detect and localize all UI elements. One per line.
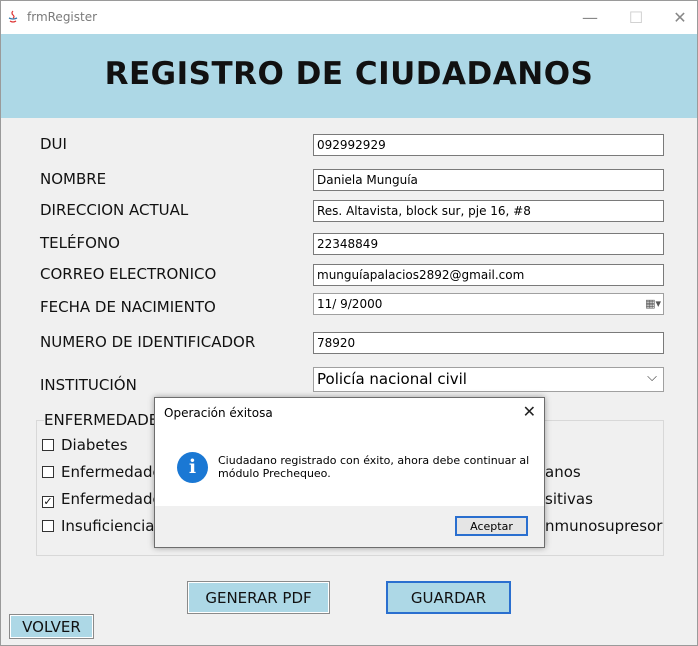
close-icon[interactable]: ✕	[523, 402, 536, 421]
chevron-down-icon: ⌵	[647, 370, 657, 385]
checkbox-label-fragment: anos	[545, 463, 581, 481]
dui-input[interactable]: 092992929	[313, 134, 664, 156]
nombre-label: NOMBRE	[40, 170, 107, 188]
checkbox-enfermedad-2[interactable]: ✓ Enfermedade	[42, 490, 162, 508]
aceptar-button[interactable]: Aceptar	[455, 516, 528, 536]
maximize-button[interactable]: ☐	[613, 1, 659, 34]
correo-input[interactable]: munguíapalacios2892@gmail.com	[313, 264, 664, 286]
close-icon: ✕	[673, 8, 687, 27]
institucion-select[interactable]: Policía nacional civil ⌵	[313, 367, 664, 392]
checkbox-enfermedad-1[interactable]: Enfermedade	[42, 463, 162, 481]
checkbox-label: Enfermedade	[61, 463, 162, 481]
checkbox-label: Diabetes	[61, 436, 128, 454]
telefono-label: TELÉFONO	[40, 234, 120, 252]
page-title: REGISTRO DE CIUDADANOS	[104, 56, 594, 92]
title-bar: frmRegister — ☐ ✕	[1, 1, 697, 34]
register-window: frmRegister — ☐ ✕ REGISTRO DE CIUDADANOS…	[0, 0, 698, 646]
telefono-input[interactable]: 22348849	[313, 233, 664, 255]
checkbox-box	[42, 466, 54, 478]
direccion-input[interactable]: Res. Altavista, block sur, pje 16, #8	[313, 200, 664, 222]
checkbox-label: Enfermedade	[61, 490, 162, 508]
dialog-message: Ciudadano registrado con éxito, ahora de…	[218, 454, 530, 480]
minimize-button[interactable]: —	[567, 1, 613, 34]
identificador-label: NUMERO DE IDENTIFICADOR	[40, 333, 256, 351]
identificador-input[interactable]: 78920	[313, 332, 664, 354]
dialog-title: Operación éxitosa	[164, 406, 273, 420]
correo-label: CORREO ELECTRONICO	[40, 265, 217, 283]
calendar-dropdown-icon[interactable]: ▦▾	[645, 297, 661, 310]
checkbox-insuficiencia[interactable]: Insuficiencia	[42, 517, 154, 535]
aceptar-label: Aceptar	[470, 519, 513, 533]
checkbox-box	[42, 520, 54, 532]
checkbox-diabetes[interactable]: Diabetes	[42, 436, 128, 454]
dui-label: DUI	[40, 135, 67, 153]
fecha-value: 11/ 9/2000	[317, 297, 383, 311]
institucion-label: INSTITUCIÓN	[40, 376, 137, 394]
volver-label: VOLVER	[22, 617, 81, 636]
generar-pdf-button[interactable]: GENERAR PDF	[187, 581, 330, 614]
header-banner: REGISTRO DE CIUDADANOS	[1, 34, 697, 118]
minimize-icon: —	[582, 8, 598, 27]
enfermedades-title: ENFERMEDADE	[44, 411, 162, 429]
checkbox-label: Insuficiencia	[61, 517, 155, 535]
direccion-label: DIRECCION ACTUAL	[40, 201, 189, 219]
success-dialog: Operación éxitosa ✕ i Ciudadano registra…	[154, 397, 545, 548]
info-icon: i	[177, 452, 208, 483]
dialog-footer: Aceptar	[155, 506, 544, 547]
fecha-label: FECHA DE NACIMIENTO	[40, 298, 216, 316]
maximize-icon: ☐	[628, 8, 644, 27]
check-icon: ✓	[42, 495, 54, 508]
guardar-button[interactable]: GUARDAR	[386, 581, 511, 614]
generar-pdf-label: GENERAR PDF	[205, 588, 312, 607]
close-button[interactable]: ✕	[657, 1, 698, 34]
fecha-date-picker[interactable]: 11/ 9/2000 ▦▾	[313, 293, 664, 315]
guardar-label: GUARDAR	[410, 588, 487, 607]
window-title: frmRegister	[27, 10, 98, 24]
checkbox-label-fragment: sitivas	[545, 490, 593, 508]
institucion-selected: Policía nacional civil	[317, 370, 467, 388]
checkbox-label-fragment: nmunosupresor	[545, 517, 663, 535]
java-icon	[8, 10, 18, 23]
checkbox-box	[42, 439, 54, 451]
volver-button[interactable]: VOLVER	[9, 614, 94, 639]
nombre-input[interactable]: Daniela Munguía	[313, 169, 664, 191]
